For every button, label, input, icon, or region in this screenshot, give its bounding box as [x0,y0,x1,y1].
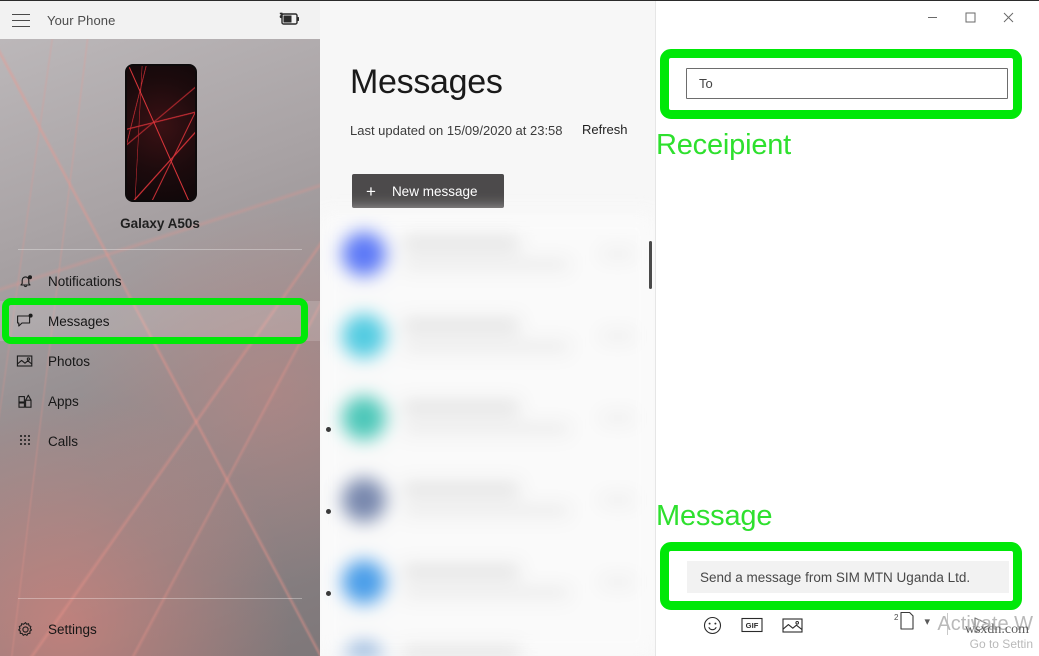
sidebar-item-label: Messages [48,313,110,329]
hamburger-menu-icon[interactable] [12,13,30,27]
list-item[interactable] [320,541,655,623]
conversation-preview [402,238,601,269]
battery-charging-icon [279,12,299,25]
new-message-button[interactable]: + New message [352,174,504,208]
conversation-preview [402,484,601,515]
apps-grid-icon [14,390,36,412]
sidebar-item-notifications[interactable]: Notifications [0,261,320,301]
message-bubble-icon [14,310,36,332]
contact-name [402,320,520,330]
message-input[interactable] [687,561,1009,593]
list-item[interactable] [320,213,655,295]
close-button[interactable] [991,2,1025,32]
maximize-button[interactable] [953,2,987,32]
avatar [342,641,386,656]
toolbar-separator [947,613,948,635]
avatar [342,559,386,604]
message-snippet [402,342,570,351]
timestamp [601,413,635,422]
message-snippet [402,424,570,433]
photo-icon [14,350,36,372]
phone-thumbnail [125,64,197,202]
list-item[interactable] [320,295,655,377]
list-item[interactable] [320,459,655,541]
list-scrollbar[interactable] [649,241,652,289]
list-item[interactable] [320,623,655,656]
contact-name [402,402,520,412]
gear-icon [14,618,36,640]
annotation-label-message: Message [656,500,773,532]
sim-badge: 2 [894,613,899,622]
conversation-preview [402,402,601,433]
messages-list-panel: Messages Last updated on 15/09/2020 at 2… [320,1,655,656]
avatar [342,313,386,358]
sidebar-topbar: Your Phone [0,1,320,39]
unread-indicator [326,509,331,514]
compose-toolbar: GIF 2 ▾ [656,611,1039,643]
minimize-button[interactable] [915,2,949,32]
conversation-preview [402,566,601,597]
sidebar-item-settings[interactable]: Settings [0,609,320,649]
to-input[interactable] [686,68,1008,99]
plus-icon: + [366,181,376,201]
avatar [342,477,386,522]
last-updated-text: Last updated on 15/09/2020 at 23:58 [350,123,563,138]
refresh-button[interactable]: Refresh [582,122,628,137]
window-controls [901,1,1039,33]
avatar [342,231,386,276]
timestamp [601,577,635,586]
sidebar-item-photos[interactable]: Photos [0,341,320,381]
your-phone-window: Your Phone Galaxy A50s Notifications Mes… [0,0,1039,656]
contact-name [402,238,520,248]
message-snippet [402,506,570,515]
messages-header: Messages Last updated on 15/09/2020 at 2… [320,1,655,208]
sidebar-item-label: Calls [48,433,79,449]
conversation-preview [402,320,601,351]
sidebar: Your Phone Galaxy A50s Notifications Mes… [0,1,320,656]
conversation-preview [402,648,601,656]
list-item[interactable] [320,377,655,459]
chevron-down-icon: ▾ [924,615,930,628]
sidebar-item-messages[interactable]: Messages [0,301,320,341]
contact-name [402,484,520,494]
unread-indicator [326,591,331,596]
new-message-label: New message [391,183,478,199]
sidebar-item-calls[interactable]: Calls [0,421,320,461]
contact-name [402,566,520,576]
send-arrow-icon [974,617,991,633]
conversation-list[interactable] [320,213,655,656]
sim-selector[interactable]: 2 ▾ [894,611,930,631]
timestamp [601,495,635,504]
send-button[interactable] [968,611,998,639]
gif-icon[interactable]: GIF [738,611,766,639]
message-snippet [402,260,570,269]
sim-card-icon [900,611,915,630]
phone-wallpaper [127,66,195,200]
app-title: Your Phone [47,12,116,28]
timestamp [601,331,635,340]
svg-text:GIF: GIF [746,621,759,630]
bell-icon [14,270,36,292]
sidebar-item-label: Photos [48,353,91,369]
timestamp [601,249,635,258]
sidebar-item-label: Settings [48,621,97,637]
sidebar-divider-top [18,249,302,250]
page-title: Messages [350,63,503,101]
image-picture-icon[interactable] [778,611,806,639]
dialpad-icon [14,430,36,452]
sidebar-item-apps[interactable]: Apps [0,381,320,421]
sidebar-item-label: Apps [48,393,79,409]
device-name: Galaxy A50s [120,216,200,231]
compose-panel: GIF 2 ▾ [655,1,1039,656]
annotation-label-recipient: Receipient [656,129,792,161]
avatar [342,395,386,440]
sidebar-item-label: Notifications [48,273,122,289]
emoji-smiley-icon[interactable] [698,611,726,639]
contact-name [402,648,520,656]
sidebar-divider-bottom [18,598,302,599]
message-snippet [402,588,570,597]
unread-indicator [326,427,331,432]
